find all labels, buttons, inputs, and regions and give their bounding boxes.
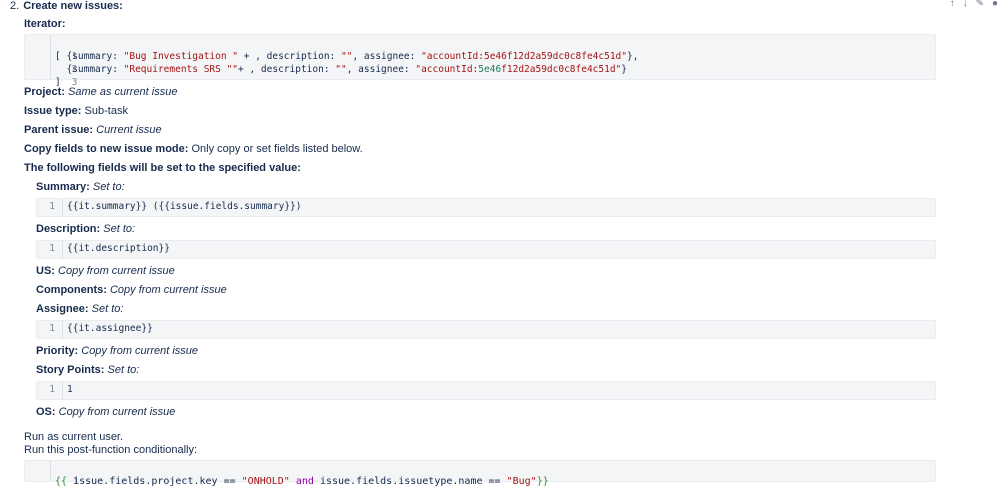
assignee-row: Assignee: Set to: xyxy=(36,303,124,315)
step-title: Create new issues: xyxy=(23,0,123,12)
os-row: OS: Copy from current issue xyxy=(36,406,176,418)
step-number: 2. xyxy=(10,0,20,12)
story-points-row: Story Points: Set to: xyxy=(36,364,140,376)
assignee-code-block[interactable]: 1 {{it.assignee}} xyxy=(36,320,936,339)
parent-issue-row: Parent issue: Current issue xyxy=(24,124,162,136)
summary-row: Summary: Set to: xyxy=(36,181,125,193)
priority-row: Priority: Copy from current issue xyxy=(36,345,199,357)
code-line: 1[ {summary: "Bug Investigation " + , de… xyxy=(55,51,639,62)
arrow-down-icon[interactable]: ↓ xyxy=(963,0,968,9)
iterator-code-block[interactable]: 1[ {summary: "Bug Investigation " + , de… xyxy=(24,34,936,88)
run-as-text: Run as current user. xyxy=(24,431,124,443)
post-function-panel: 2. Create new issues: ↑ ↓ ✎ ● Iterator: 1… xyxy=(0,0,998,487)
issue-type-row: Issue type: Sub-task xyxy=(24,105,128,117)
arrow-up-icon[interactable]: ↑ xyxy=(950,0,955,9)
project-row: Project: Same as current issue xyxy=(24,86,178,98)
iterator-label: Iterator: xyxy=(24,18,66,30)
code-line: 2 {summary: "Requirements SRS ""+ , desc… xyxy=(55,64,628,75)
delete-icon[interactable]: ● xyxy=(992,0,998,9)
fields-heading: The following fields will be set to the … xyxy=(24,162,301,174)
code-line: 3] xyxy=(55,77,78,88)
us-row: US: Copy from current issue xyxy=(36,265,175,277)
run-conditionally-text: Run this post-function conditionally: xyxy=(24,444,198,456)
components-row: Components: Copy from current issue xyxy=(36,284,227,296)
summary-code-block[interactable]: 1 {{it.summary}} ({{issue.fields.summary}… xyxy=(36,198,936,217)
condition-code-block[interactable]: 1{{ issue.fields.project.key == "ONHOLD"… xyxy=(24,460,936,487)
step-actions: ↑ ↓ ✎ ● xyxy=(950,0,998,12)
step-heading: 2. Create new issues: xyxy=(10,0,123,12)
copy-mode-row: Copy fields to new issue mode: Only copy… xyxy=(24,143,363,155)
description-row: Description: Set to: xyxy=(36,223,136,235)
description-code-block[interactable]: 1 {{it.description}} xyxy=(36,240,936,259)
story-points-code-block[interactable]: 11 xyxy=(36,381,936,400)
edit-icon[interactable]: ✎ xyxy=(976,0,984,9)
